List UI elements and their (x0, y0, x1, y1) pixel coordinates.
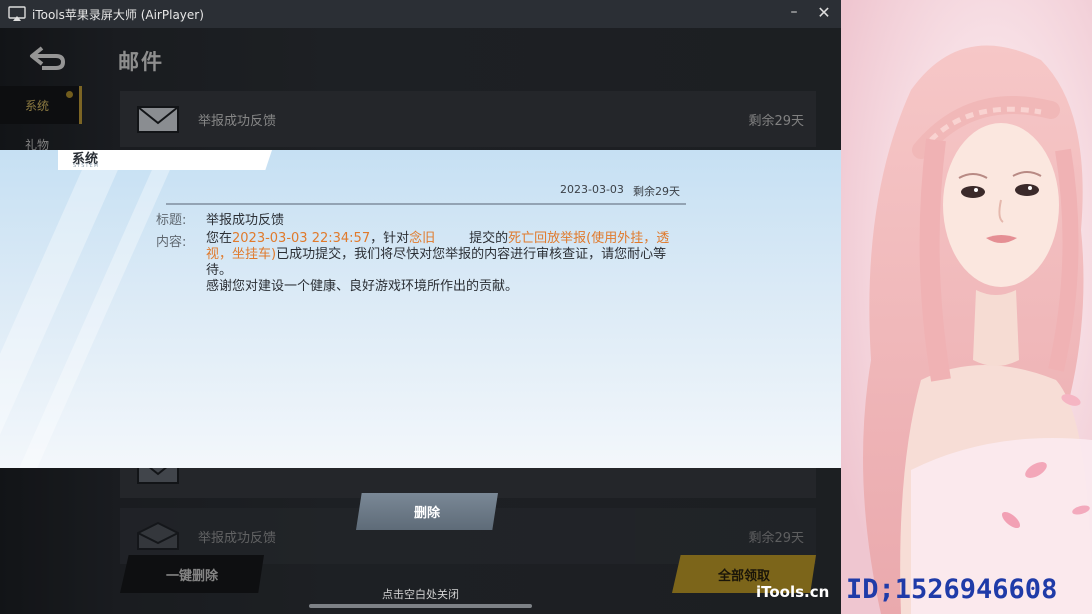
content-text: 提交的 (469, 231, 509, 246)
minimize-icon[interactable]: – (779, 0, 809, 24)
content-text: 感谢您对建设一个健康、良好游戏环境所作出的贡献。 (206, 279, 519, 294)
subject-value: 举报成功反馈 (206, 213, 285, 228)
home-indicator (309, 604, 532, 608)
window-title: iTools苹果录屏大师 (AirPlayer) (32, 7, 204, 22)
content-body: 您在2023-03-03 22:34:57，针对念旧 提交的死亡回放举报(使用外挂… (206, 231, 690, 295)
close-icon[interactable]: ✕ (809, 0, 839, 24)
app-window: iTools苹果录屏大师 (AirPlayer) – ✕ 邮件 系统 礼物 举报… (0, 0, 841, 614)
mail-detail-modal: 系统 SYSTEM 2023-03-03 剩余29天 标题: 举报成功反馈 内容… (0, 150, 841, 468)
mail-date: 2023-03-03 (560, 183, 624, 196)
watermark: iTools.cn (756, 583, 830, 601)
report-timestamp: 2023-03-03 22:34:57 (232, 231, 371, 246)
close-hint: 点击空白处关闭 (382, 588, 459, 601)
delete-button[interactable]: 删除 (356, 493, 498, 530)
portrait-illustration (841, 0, 1092, 614)
content-text: ，针对 (370, 231, 410, 246)
cast-icon (6, 5, 28, 23)
streamer-portrait (841, 0, 1092, 614)
title-bar: iTools苹果录屏大师 (AirPlayer) – ✕ (0, 0, 841, 28)
modal-tab-sublabel: SYSTEM (73, 163, 99, 169)
content-text: 您在 (206, 231, 233, 246)
subject-label: 标题: (156, 213, 187, 228)
divider (166, 203, 686, 205)
mail-remaining: 剩余29天 (633, 185, 680, 198)
content-label: 内容: (156, 235, 187, 250)
streamer-id: ID;1526946608 (846, 574, 1058, 605)
reported-player: 念旧 (409, 231, 436, 246)
